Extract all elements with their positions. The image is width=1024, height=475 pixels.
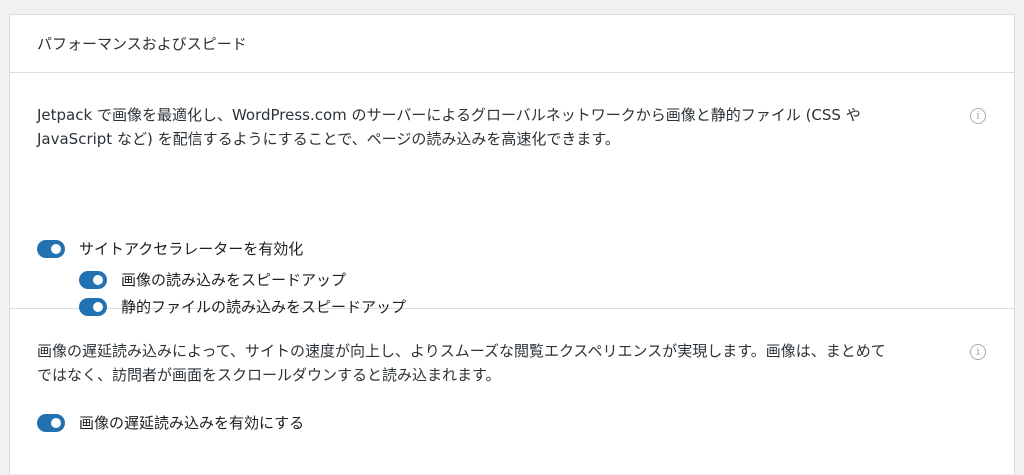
info-icon[interactable]: i [970,108,986,124]
lazy-load-description-line1: 画像の遅延読み込みによって、サイトの速度が向上し、よりスムーズな閲覧エクスペリエ… [37,342,886,360]
performance-speed-panel: パフォーマンスおよびスピード Jetpack で画像を最適化し、WordPres… [9,14,1015,474]
site-accelerator-description: Jetpack で画像を最適化し、WordPress.com のサーバーによるグ… [37,103,937,151]
site-accelerator-card: Jetpack で画像を最適化し、WordPress.com のサーバーによるグ… [10,73,1014,316]
lazy-load-description: 画像の遅延読み込みによって、サイトの速度が向上し、よりスムーズな閲覧エクスペリエ… [37,339,937,387]
lazy-load-toggle-row[interactable]: 画像の遅延読み込みを有効にする [37,412,304,433]
info-icon[interactable]: i [970,344,986,360]
image-speedup-toggle[interactable] [79,270,107,289]
panel-header: パフォーマンスおよびスピード [10,15,1014,73]
site-accelerator-toggle[interactable] [37,239,65,258]
lazy-load-toggle-label: 画像の遅延読み込みを有効にする [79,414,305,432]
lazy-load-card: 画像の遅延読み込みによって、サイトの速度が向上し、よりスムーズな閲覧エクスペリエ… [10,309,1014,475]
panel-title: パフォーマンスおよびスピード [37,35,247,53]
lazy-load-toggle[interactable] [37,413,65,432]
site-accelerator-toggle-label: サイトアクセラレーターを有効化 [79,240,304,258]
lazy-load-description-line2: ではなく、訪問者が画面をスクロールダウンすると読み込まれます。 [37,366,501,384]
site-accelerator-description-line2: JavaScript など) を配信するようにすることで、ページの読み込みを高速… [37,130,620,148]
site-accelerator-toggle-row[interactable]: サイトアクセラレーターを有効化 [37,238,303,259]
image-speedup-toggle-row[interactable]: 画像の読み込みをスピードアップ [79,269,346,290]
site-accelerator-description-line1: Jetpack で画像を最適化し、WordPress.com のサーバーによるグ… [37,106,861,124]
image-speedup-toggle-label: 画像の読み込みをスピードアップ [121,271,347,289]
